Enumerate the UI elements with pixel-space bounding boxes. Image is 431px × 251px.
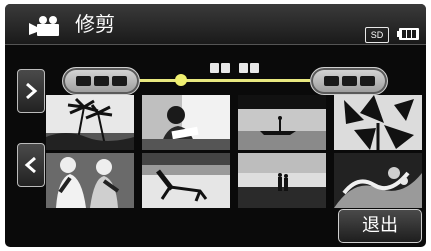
trim-screen: 修剪 SD 退出 [5,4,426,247]
movie-camera-icon [29,16,59,36]
next-page-button[interactable] [17,69,45,113]
video-thumbnail-reading[interactable] [142,95,230,150]
end-point-handle[interactable] [310,67,388,95]
video-thumbnail-beach-chair[interactable] [142,153,230,208]
video-thumbnail-football[interactable] [46,153,134,208]
sd-card-badge: SD [365,27,389,43]
exit-button[interactable]: 退出 [338,209,422,243]
video-thumbnail-boat[interactable] [238,95,326,150]
page-title: 修剪 [75,12,115,36]
time-counter [210,63,259,73]
video-thumbnail-waves[interactable] [334,153,422,208]
video-thumbnail-couple[interactable] [238,153,326,208]
playback-position-marker[interactable] [175,74,187,86]
battery-icon [397,28,419,40]
start-point-handle[interactable] [62,67,140,95]
trim-range-track [138,79,310,82]
video-thumbnail-palm-trees[interactable] [46,95,134,150]
header-bar: 修剪 SD [5,4,426,45]
chevron-left-icon [24,156,36,174]
previous-page-button[interactable] [17,143,45,187]
chevron-right-icon [26,82,38,100]
video-thumbnail-leaves[interactable] [334,95,422,150]
